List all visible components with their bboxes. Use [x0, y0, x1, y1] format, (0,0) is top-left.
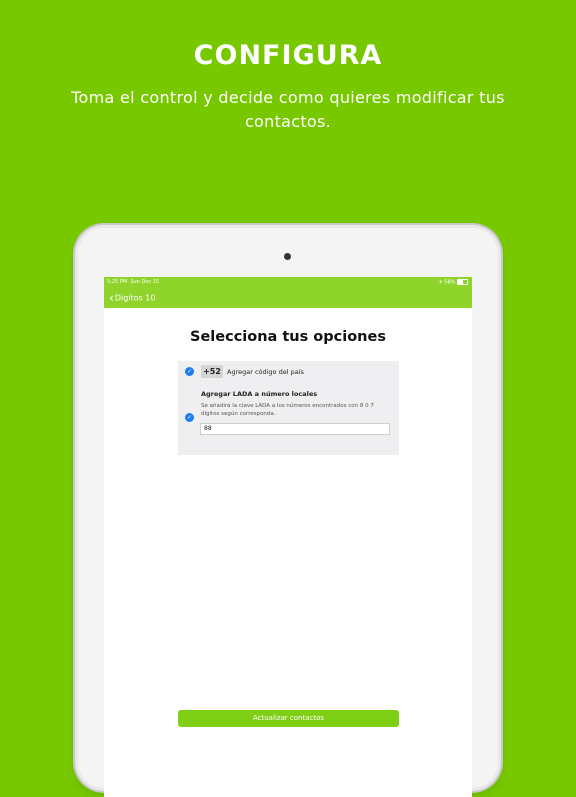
checkmark-icon: ✓ — [186, 368, 193, 375]
status-bar: 5:25 PM Sun Dec 15 ✈ 58% — [104, 277, 472, 287]
status-time-date: 5:25 PM Sun Dec 15 — [107, 279, 159, 285]
tablet-frame: 5:25 PM Sun Dec 15 ✈ 58% ‹Digitos 10 Sel… — [78, 228, 498, 797]
battery-percent: 58% — [444, 279, 456, 286]
lada-input[interactable]: 88 — [200, 423, 390, 435]
page-title: Selecciona tus opciones — [190, 329, 386, 345]
back-label: Digitos 10 — [114, 293, 156, 303]
back-button[interactable]: ‹Digitos 10 — [109, 291, 155, 305]
status-date: Sun Dec 15 — [130, 279, 160, 285]
battery-icon — [457, 279, 468, 285]
hero-subtitle: Toma el control y decide como quieres mo… — [71, 88, 505, 131]
lada-checkbox[interactable]: ✓ — [185, 413, 194, 422]
update-contacts-button[interactable]: Actualizar contactos — [178, 710, 399, 727]
country-code-label: Agregar código del país — [227, 368, 304, 376]
checkmark-icon: ✓ — [186, 414, 193, 421]
airplane-icon: ✈ — [438, 279, 443, 286]
status-time: 5:25 PM — [107, 279, 128, 285]
app-screen: 5:25 PM Sun Dec 15 ✈ 58% ‹Digitos 10 Sel… — [104, 277, 472, 797]
chevron-left-icon: ‹ — [109, 291, 114, 305]
hero-title: CONFIGURA — [193, 40, 383, 71]
country-code-checkbox[interactable]: ✓ — [185, 367, 194, 376]
camera-dot — [284, 253, 291, 260]
status-right: ✈ 58% — [438, 279, 468, 286]
options-card: ✓ +52 Agregar código del país ✓ Agregar … — [178, 361, 399, 455]
navigation-bar: ‹Digitos 10 — [104, 287, 472, 308]
country-code-badge[interactable]: +52 — [201, 365, 223, 378]
lada-title: Agregar LADA a número locales — [201, 390, 318, 398]
lada-description: Se añadirá la clave LADA a los números e… — [201, 403, 374, 417]
